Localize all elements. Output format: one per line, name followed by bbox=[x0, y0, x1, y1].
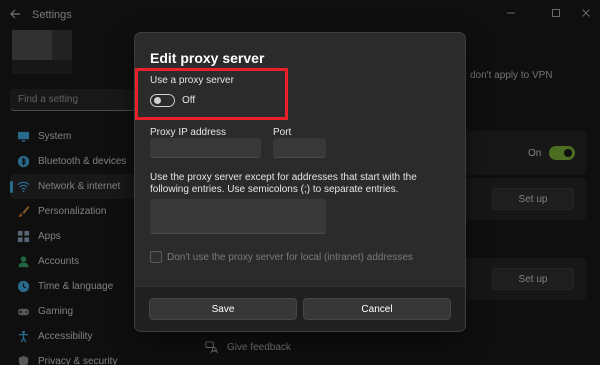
dialog-footer: Save Cancel bbox=[135, 286, 465, 331]
save-button[interactable]: Save bbox=[149, 298, 297, 320]
port-field[interactable] bbox=[273, 138, 326, 158]
toggle-state-label: Off bbox=[182, 95, 196, 106]
port-input[interactable] bbox=[273, 139, 326, 158]
cancel-button[interactable]: Cancel bbox=[303, 298, 451, 320]
dialog-title: Edit proxy server bbox=[150, 50, 265, 66]
exceptions-textarea[interactable] bbox=[150, 199, 326, 233]
local-bypass-label: Don't use the proxy server for local (in… bbox=[167, 252, 413, 263]
exceptions-field[interactable] bbox=[150, 199, 326, 234]
exceptions-description: Use the proxy server except for addresse… bbox=[150, 172, 417, 195]
local-bypass-checkbox[interactable] bbox=[150, 251, 162, 263]
proxy-ip-input[interactable] bbox=[150, 139, 261, 158]
use-proxy-label: Use a proxy server bbox=[150, 75, 234, 86]
use-proxy-toggle[interactable] bbox=[150, 94, 175, 107]
port-label: Port bbox=[273, 127, 292, 138]
proxy-ip-field[interactable] bbox=[150, 138, 261, 158]
edit-proxy-dialog: Edit proxy server Use a proxy server Off… bbox=[134, 32, 466, 332]
proxy-ip-label: Proxy IP address bbox=[150, 127, 226, 138]
